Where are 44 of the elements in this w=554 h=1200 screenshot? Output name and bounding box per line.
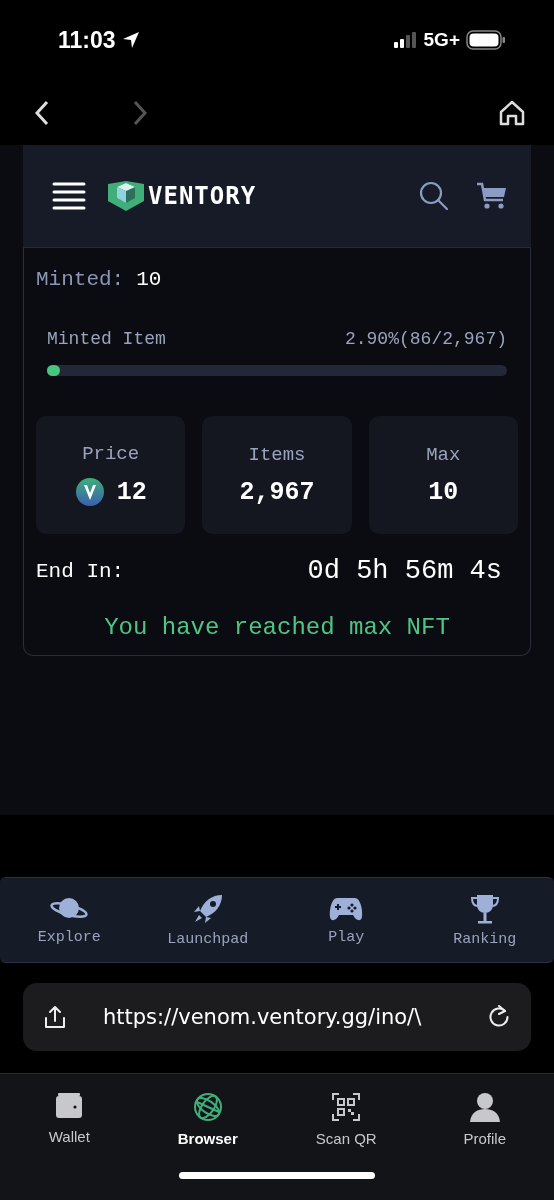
tab[interactable]: Browser	[138, 1092, 277, 1147]
back-icon[interactable]	[34, 99, 50, 126]
end-label: End In:	[36, 559, 125, 583]
nav-item[interactable]: Explore	[0, 878, 139, 962]
stat-value: 2,967	[239, 477, 315, 507]
network-label: 5G+	[423, 29, 460, 51]
nav-item[interactable]: Ranking	[415, 878, 554, 962]
person-icon	[468, 1092, 501, 1122]
cube-logo-icon	[108, 181, 144, 211]
nav-item[interactable]: Launchpad	[138, 878, 277, 962]
location-arrow-icon	[121, 31, 140, 49]
tab[interactable]: Wallet	[0, 1092, 139, 1145]
nav-item[interactable]: Play	[277, 878, 416, 962]
stat-value: 10	[428, 477, 459, 507]
stat-label: Max	[426, 443, 461, 466]
reload-icon[interactable]	[487, 1005, 511, 1029]
globe-icon	[192, 1092, 223, 1122]
progress-label: Minted Item	[47, 329, 166, 349]
trophy-icon	[468, 892, 501, 925]
token-coin-icon	[74, 477, 105, 507]
cart-icon[interactable]	[477, 182, 507, 210]
progress-reading: 2.90%(86/2,967)	[344, 329, 507, 349]
signal-icon	[393, 32, 418, 48]
share-icon[interactable]	[43, 1005, 67, 1029]
max-notice: You have reached max NFT	[103, 614, 451, 641]
stat-label: Price	[82, 443, 140, 465]
minted-value: 10	[136, 268, 162, 291]
menu-icon[interactable]	[52, 181, 86, 211]
address-bar[interactable]: https://venom.ventory.gg/ino/\	[23, 983, 531, 1051]
wallet-icon	[54, 1092, 85, 1120]
home-icon[interactable]	[498, 98, 526, 127]
qr-scan-icon	[331, 1092, 362, 1122]
url-text: https://venom.ventory.gg/ino/\	[103, 1005, 423, 1029]
battery-icon	[466, 30, 506, 50]
rocket-icon	[191, 892, 224, 925]
tab[interactable]: Scan QR	[277, 1092, 416, 1147]
status-time: 11:03	[58, 26, 116, 54]
stat-value: 12	[116, 477, 147, 507]
stat-label: Items	[248, 443, 306, 466]
tab[interactable]: Profile	[415, 1092, 554, 1147]
minted-label: Minted:	[36, 268, 125, 291]
search-icon[interactable]	[419, 181, 449, 211]
logo-wordmark: VENTORY	[148, 182, 257, 210]
countdown: 0d 5h 56m 4s	[307, 556, 502, 586]
